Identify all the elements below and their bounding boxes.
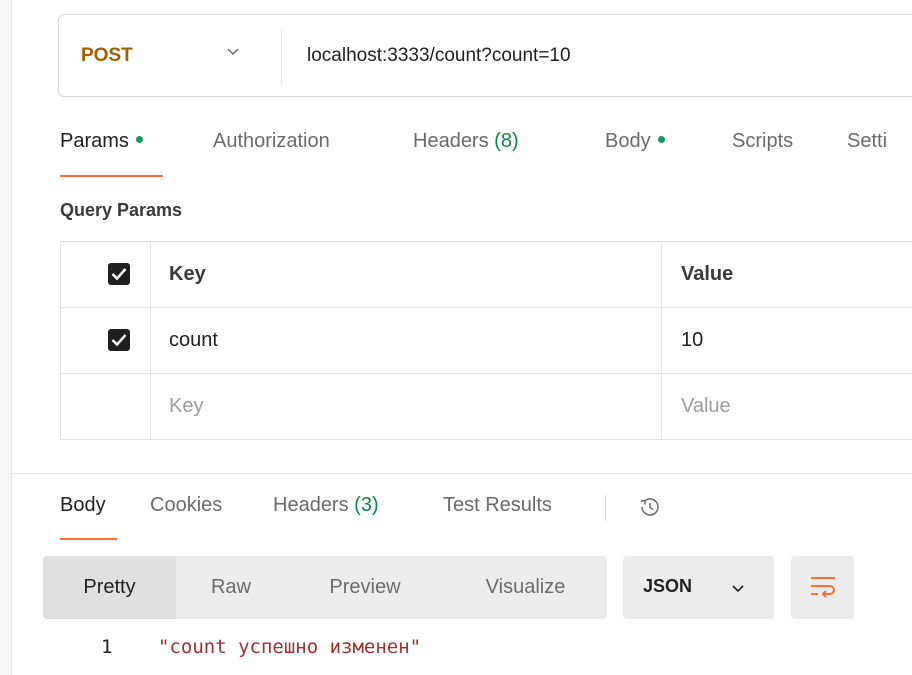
response-headers-count: (3) xyxy=(354,494,379,516)
response-tab-headers[interactable]: Headers (3) xyxy=(273,494,379,517)
format-select[interactable]: JSON xyxy=(623,556,774,619)
url-input[interactable]: localhost:3333/count?count=10 xyxy=(307,45,571,67)
tab-settings[interactable]: Setti xyxy=(847,130,887,153)
check-icon xyxy=(111,334,127,347)
chevron-down-icon[interactable] xyxy=(226,44,240,58)
tab-headers[interactable]: Headers (8) xyxy=(413,130,519,153)
key-column-header: Key xyxy=(169,263,206,285)
new-key-input[interactable]: Key xyxy=(169,395,203,418)
tab-params[interactable]: Params xyxy=(60,130,143,153)
word-wrap-icon xyxy=(811,577,835,598)
request-url-bar: POST localhost:3333/count?count=10 xyxy=(58,14,912,97)
query-params-table: Key Value count 10 Key Value xyxy=(60,241,912,440)
tab-separator xyxy=(605,495,606,521)
mode-visualize[interactable]: Visualize xyxy=(444,556,607,619)
select-all-checkbox[interactable] xyxy=(108,263,130,285)
tab-body[interactable]: Body xyxy=(605,130,665,153)
history-icon[interactable] xyxy=(637,494,663,520)
param-value-cell[interactable]: 10 xyxy=(681,329,703,352)
response-view-toolbar: Pretty Raw Preview Visualize xyxy=(43,556,607,619)
table-row: count 10 xyxy=(61,308,912,374)
chevron-down-icon xyxy=(732,585,744,593)
url-divider xyxy=(281,29,282,84)
pane-separator xyxy=(11,473,912,474)
word-wrap-button[interactable] xyxy=(791,556,854,619)
tab-body-label: Body xyxy=(605,130,651,152)
response-tab-test-results[interactable]: Test Results xyxy=(443,494,552,517)
body-indicator-dot xyxy=(657,136,665,144)
response-headers-label: Headers xyxy=(273,494,349,516)
params-header-row: Key Value xyxy=(61,242,912,308)
mode-preview[interactable]: Preview xyxy=(286,556,444,619)
params-indicator-dot xyxy=(135,136,143,144)
tab-headers-label: Headers xyxy=(413,130,489,152)
new-param-row: Key Value xyxy=(61,374,912,440)
param-key-cell[interactable]: count xyxy=(169,329,218,352)
left-sidebar-strip xyxy=(0,0,12,675)
headers-count: (8) xyxy=(494,130,519,152)
response-string: "count успешно изменен" xyxy=(158,636,422,658)
column-divider xyxy=(661,242,662,439)
line-number: 1 xyxy=(101,636,113,658)
tab-authorization[interactable]: Authorization xyxy=(213,130,330,153)
query-params-title: Query Params xyxy=(60,200,183,220)
response-body-line: 1 "count успешно изменен" xyxy=(0,632,912,662)
check-icon xyxy=(111,268,127,281)
tab-params-label: Params xyxy=(60,130,129,152)
column-divider xyxy=(150,242,151,439)
active-tab-underline xyxy=(60,175,163,177)
response-tab-cookies[interactable]: Cookies xyxy=(150,494,222,517)
format-label: JSON xyxy=(643,576,693,596)
mode-raw[interactable]: Raw xyxy=(176,556,286,619)
response-tab-body[interactable]: Body xyxy=(60,494,106,517)
method-select[interactable]: POST xyxy=(81,45,133,67)
value-column-header: Value xyxy=(681,263,734,285)
new-value-input[interactable]: Value xyxy=(681,395,731,418)
row-enabled-checkbox[interactable] xyxy=(108,329,130,351)
tab-scripts[interactable]: Scripts xyxy=(732,130,793,153)
response-active-underline xyxy=(60,538,117,540)
mode-pretty[interactable]: Pretty xyxy=(43,556,176,619)
